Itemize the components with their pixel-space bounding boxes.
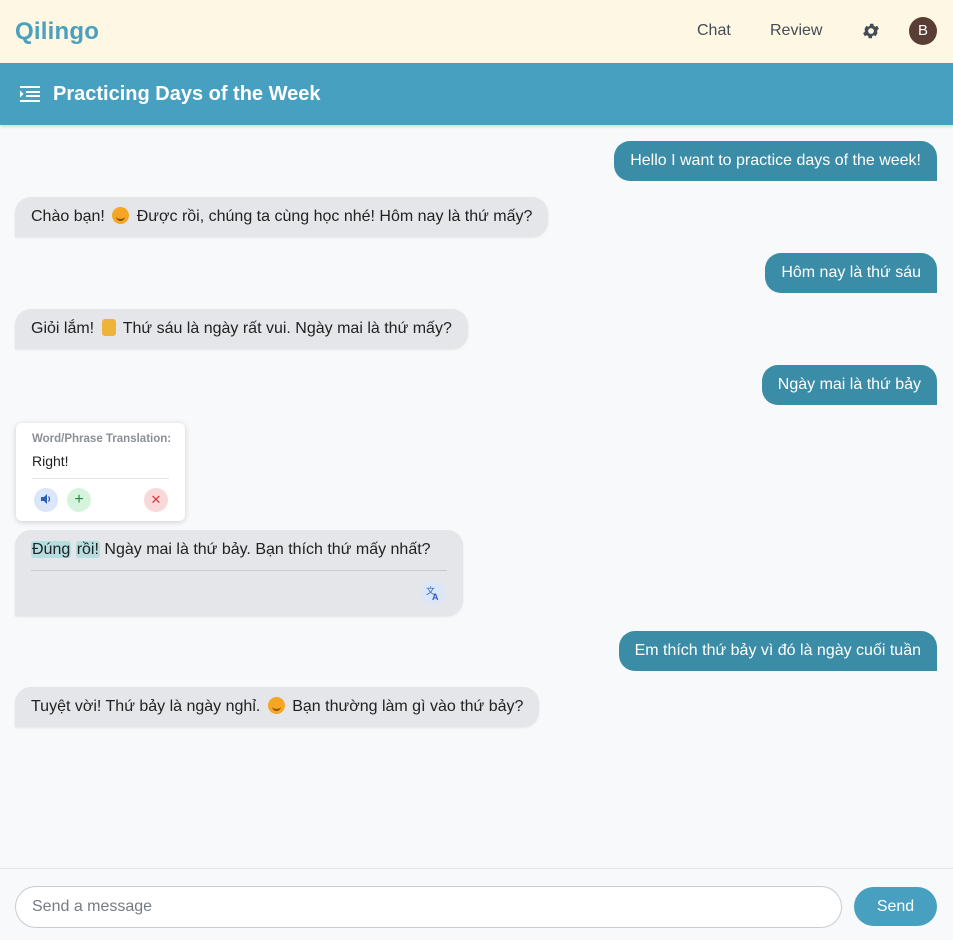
brand-logo[interactable]: Qilingo	[15, 18, 99, 46]
nav-chat-link[interactable]: Chat	[697, 22, 731, 40]
thumbs-up-emoji-icon	[101, 319, 116, 336]
plus-icon[interactable]: +	[67, 488, 91, 512]
bot-message-text[interactable]: Ngày mai là thứ bảy. Bạn thích thứ mấy n…	[104, 541, 430, 558]
message-input[interactable]	[15, 886, 842, 928]
bot-message: Tuyệt vời! Thứ bảy là ngày nghỉ. Bạn thư…	[15, 687, 540, 727]
smile-emoji-icon	[267, 697, 285, 714]
menu-icon[interactable]	[20, 85, 40, 103]
highlighted-word[interactable]: rồi!	[75, 541, 100, 558]
nav-review-link[interactable]: Review	[770, 22, 822, 40]
smile-emoji-icon	[112, 207, 130, 224]
svg-text:A: A	[432, 592, 439, 602]
close-icon[interactable]: ✕	[144, 488, 168, 512]
speaker-icon[interactable]	[34, 488, 58, 512]
user-message: Em thích thứ bảy vì đó là ngày cuối tuần	[618, 631, 937, 671]
bot-message-text[interactable]: Bạn thường làm gì vào thứ bảy?	[292, 698, 523, 715]
bot-message-text[interactable]: Chào bạn!	[31, 208, 105, 225]
highlighted-word[interactable]: Đúng	[31, 541, 72, 558]
conversation-title: Practicing Days of the Week	[53, 83, 321, 105]
translation-label: Word/Phrase Translation:	[32, 433, 172, 445]
bot-message-line: Đúng rồi! Ngày mai là thứ bảy. Bạn thích…	[31, 540, 431, 560]
divider	[31, 570, 447, 571]
conversation-header: Practicing Days of the Week	[0, 63, 953, 125]
user-message: Hôm nay là thứ sáu	[765, 253, 937, 293]
bot-message-text[interactable]: Giỏi lắm!	[31, 320, 94, 337]
translation-popup: Word/Phrase Translation: Right! + ✕	[16, 423, 185, 521]
bot-message-text[interactable]: Được rồi, chúng ta cùng học nhé! Hôm nay…	[137, 208, 533, 225]
bot-message-text[interactable]: Thứ sáu là ngày rất vui. Ngày mai là thứ…	[123, 320, 452, 337]
user-message: Hello I want to practice days of the wee…	[614, 141, 937, 181]
message-composer: Send	[0, 868, 953, 940]
translate-icon[interactable]: 文 A	[421, 581, 445, 605]
send-button[interactable]: Send	[854, 887, 937, 926]
user-message: Ngày mai là thứ bảy	[761, 365, 937, 405]
top-navbar: Qilingo Chat Review B	[0, 0, 953, 63]
divider	[32, 478, 169, 479]
bot-message: Giỏi lắm! Thứ sáu là ngày rất vui. Ngày …	[15, 309, 468, 349]
bot-message: Chào bạn! Được rồi, chúng ta cùng học nh…	[15, 197, 549, 237]
bot-message-text[interactable]: Tuyệt vời! Thứ bảy là ngày nghỉ.	[31, 698, 260, 715]
translation-text: Right!	[32, 453, 69, 469]
gear-icon[interactable]	[861, 21, 881, 41]
avatar[interactable]: B	[909, 17, 937, 45]
bot-message: Đúng rồi! Ngày mai là thứ bảy. Bạn thích…	[15, 530, 463, 616]
